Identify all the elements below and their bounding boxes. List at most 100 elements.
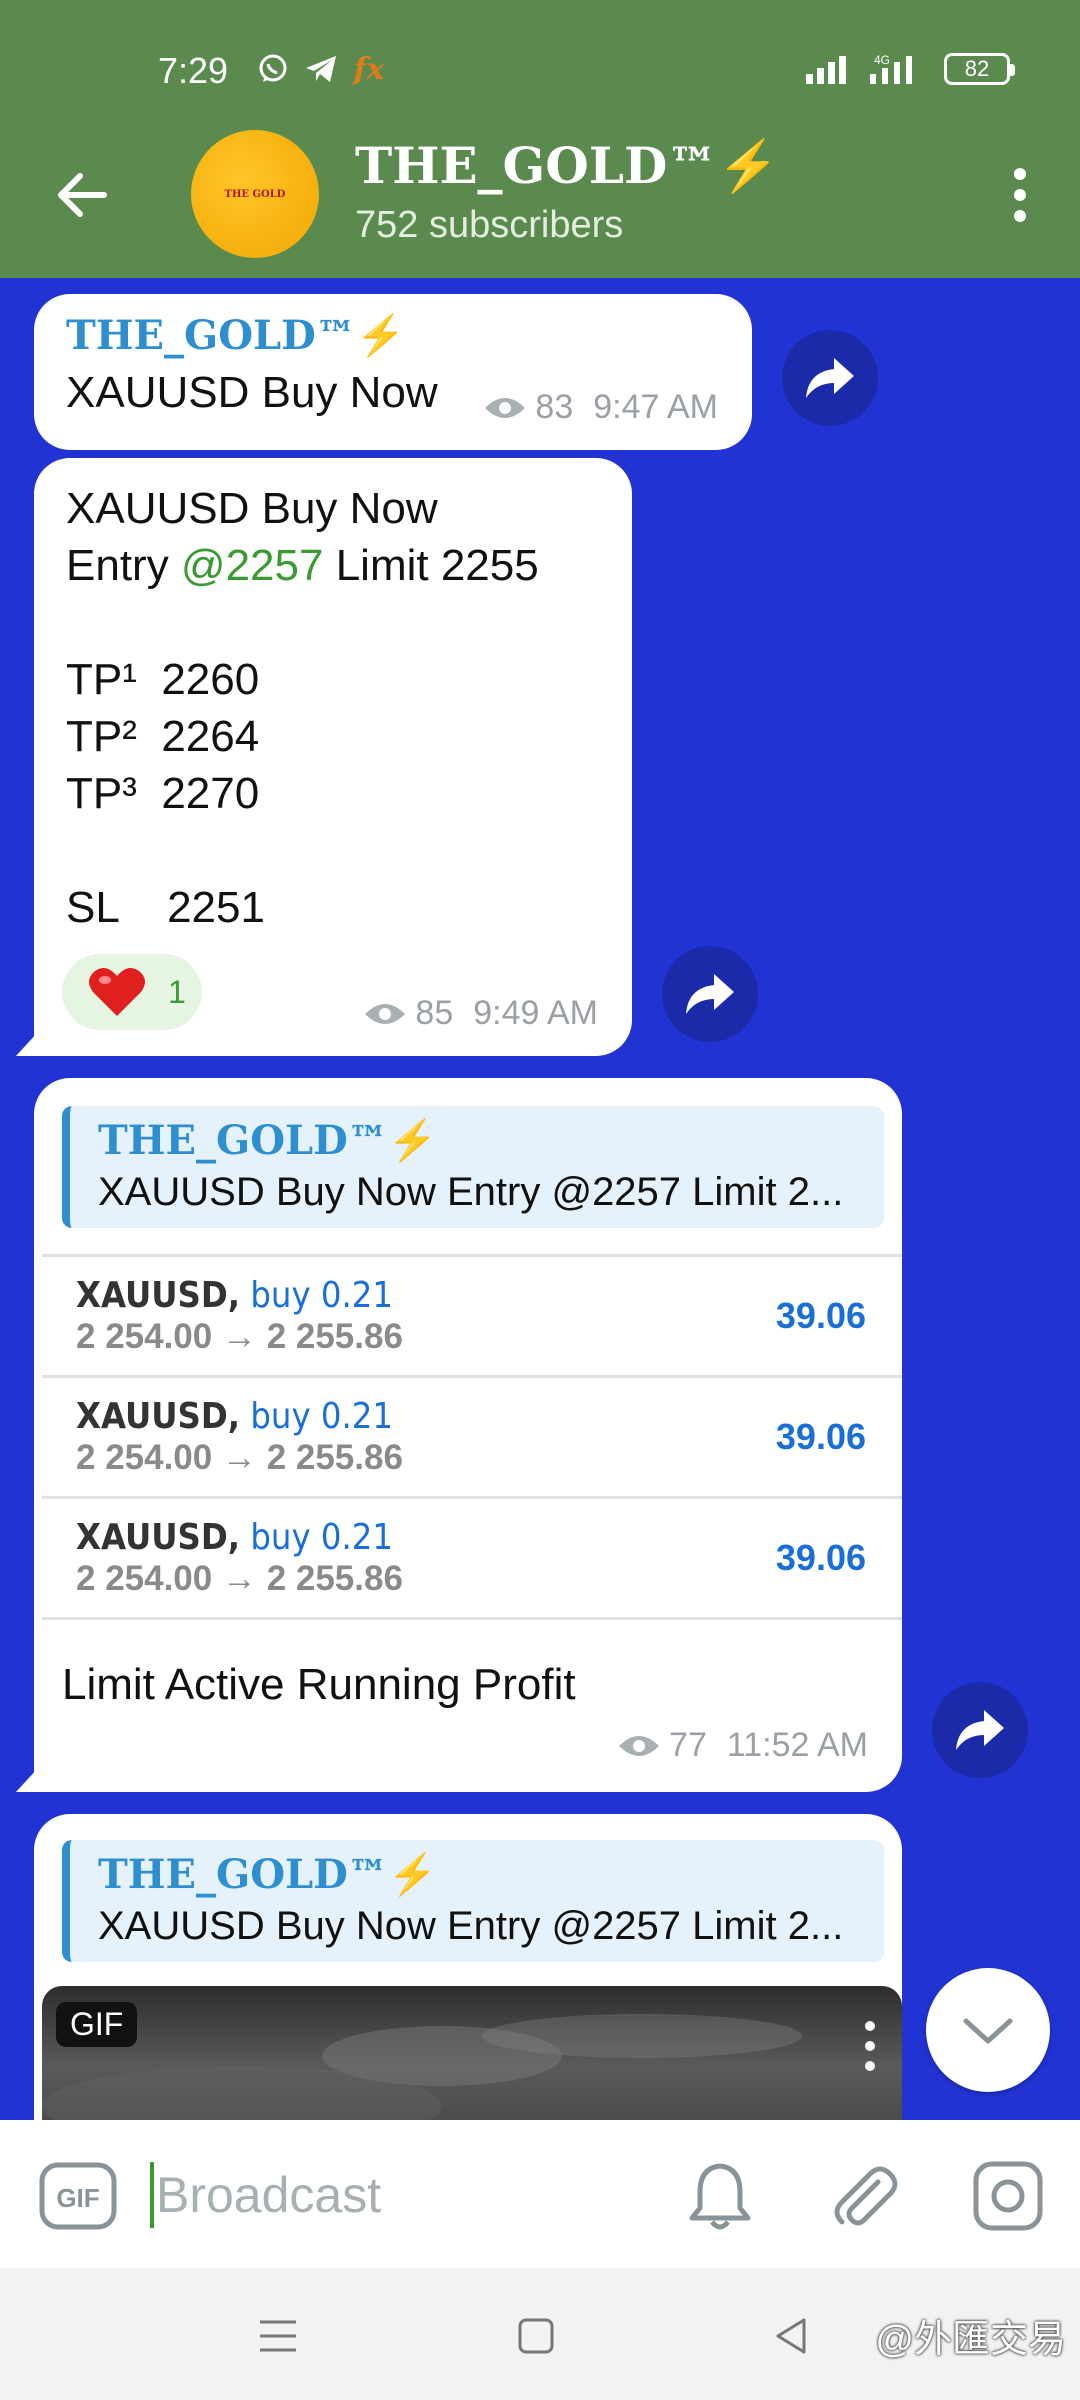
reply-preview[interactable]: THE_GOLD™⚡ XAUUSD Buy Now Entry @2257 Li… [62, 1840, 884, 1962]
gif-options-button[interactable] [860, 2016, 880, 2076]
gif-preview-image [42, 2014, 802, 2120]
trade-screenshot[interactable]: XAUUSD, buy 0.21 2 254.00 → 2 255.86 39.… [42, 1254, 902, 1640]
gif-badge: GIF [56, 2002, 138, 2047]
eye-icon [485, 397, 526, 418]
bell-icon [689, 2163, 751, 2230]
reply-sender: THE_GOLD™⚡ [98, 1851, 438, 1898]
trade-profit: 39.06 [775, 1416, 866, 1457]
back-button[interactable] [48, 160, 118, 230]
message-meta: 83 9:47 AM [483, 388, 718, 427]
reaction-count: 1 [168, 973, 186, 1010]
trade-price-range: 2 254.00 → 2 255.86 [76, 1438, 403, 1477]
channel-title[interactable]: THE_GOLD™⚡ [355, 136, 780, 196]
message-bubble[interactable]: THE_GOLD™⚡ XAUUSD Buy Now Entry @2257 Li… [34, 1814, 902, 2120]
status-notification-icons: fx [256, 51, 386, 87]
reply-preview[interactable]: THE_GOLD™⚡ XAUUSD Buy Now Entry @2257 Li… [62, 1106, 884, 1228]
trade-symbol: XAUUSD, [76, 1275, 241, 1316]
message-body: XAUUSD Buy Now Entry @2257 Limit 2255 TP… [66, 480, 539, 936]
trade-side: buy 0.21 [240, 1275, 393, 1316]
message-caption: Limit Active Running Profit [62, 1660, 576, 1709]
more-options-button[interactable] [990, 160, 1050, 230]
message-bubble[interactable]: XAUUSD Buy Now Entry @2257 Limit 2255 TP… [34, 458, 632, 1056]
channel-avatar[interactable]: THE GOLD [191, 130, 319, 258]
message-time: 11:52 AM [726, 1726, 868, 1764]
forward-button[interactable] [782, 330, 878, 426]
kebab-menu-icon [1014, 168, 1026, 222]
message-text: XAUUSD Buy Now [66, 368, 438, 417]
app-header: 7:29 fx 4G 82 THE GOLD THE_GOLD™⚡ 752 su… [0, 0, 1080, 278]
entry-line: Entry @2257 Limit 2255 [66, 541, 539, 590]
tp1-line: TP¹ 2260 [66, 655, 260, 704]
trade-price-range: 2 254.00 → 2 255.86 [76, 1559, 403, 1598]
share-arrow-icon [956, 1710, 1004, 1750]
trade-row-partial [42, 1617, 902, 1637]
trade-side: buy 0.21 [240, 1396, 393, 1437]
instagram-camera-icon [973, 2161, 1043, 2231]
entry-price[interactable]: @2257 [181, 541, 324, 590]
battery-indicator: 82 [944, 53, 1015, 85]
menu-lines-icon [260, 2320, 296, 2352]
heart-icon [88, 967, 146, 1016]
share-arrow-icon [686, 974, 734, 1014]
reply-sender: THE_GOLD™⚡ [98, 1117, 438, 1164]
reply-text: XAUUSD Buy Now Entry @2257 Limit 2... [98, 1170, 844, 1214]
eye-icon [365, 1003, 406, 1024]
paperclip-icon [834, 2166, 898, 2226]
trade-side: buy 0.21 [240, 1517, 393, 1558]
chevron-down-icon [963, 2018, 1013, 2044]
whatsapp-icon [256, 52, 290, 86]
signal-icon [806, 56, 846, 84]
gif-button[interactable]: GIF [38, 2156, 118, 2236]
eye-icon [619, 1735, 660, 1756]
arrow-left-icon [58, 173, 107, 217]
svg-text:GIF: GIF [56, 2183, 99, 2213]
reaction-chip[interactable]: 1 [62, 954, 202, 1030]
watermark: @外匯交易 [875, 2319, 1066, 2361]
camera-button[interactable] [968, 2156, 1048, 2236]
telegram-icon [304, 52, 338, 86]
gif-icon: GIF [39, 2162, 117, 2230]
status-system-icons: 4G 82 [806, 52, 1015, 86]
message-bubble[interactable]: THE_GOLD™⚡ XAUUSD Buy Now Entry @2257 Li… [34, 1078, 902, 1792]
recent-apps-button[interactable] [254, 2312, 302, 2360]
sl-line: SL 2251 [66, 883, 265, 932]
trade-price-range: 2 254.00 → 2 255.86 [76, 1317, 403, 1356]
reply-text: XAUUSD Buy Now Entry @2257 Limit 2... [98, 1904, 844, 1948]
message-meta: 85 9:49 AM [363, 994, 598, 1033]
triangle-back-icon [776, 2318, 806, 2354]
tp3-line: TP³ 2270 [66, 769, 260, 818]
svg-text:4G: 4G [874, 53, 890, 67]
forward-button[interactable] [662, 946, 758, 1042]
mute-notifications-button[interactable] [680, 2156, 760, 2236]
scroll-to-bottom-button[interactable] [926, 1968, 1050, 2092]
tp2-line: TP² 2264 [66, 712, 260, 761]
trade-symbol: XAUUSD, [76, 1517, 241, 1558]
fx-app-icon: fx [353, 51, 385, 87]
view-count: 77 [669, 1726, 707, 1764]
message-meta: 77 11:52 AM [617, 1726, 868, 1765]
trade-symbol: XAUUSD, [76, 1396, 241, 1437]
broadcast-input[interactable] [150, 2162, 650, 2228]
message-bubble[interactable]: THE_GOLD™⚡ XAUUSD Buy Now 83 9:47 AM [34, 294, 752, 450]
system-navigation-bar: @外匯交易 [0, 2268, 1080, 2400]
message-time: 9:47 AM [593, 388, 718, 426]
square-icon [518, 2318, 554, 2354]
message-line: XAUUSD Buy Now [66, 484, 438, 533]
message-list[interactable]: THE_GOLD™⚡ XAUUSD Buy Now 83 9:47 AM XAU… [0, 278, 1080, 2120]
system-back-button[interactable] [768, 2312, 816, 2360]
gif-media[interactable]: GIF [42, 1986, 902, 2120]
status-time: 7:29 [158, 50, 229, 91]
status-bar: 7:29 fx 4G 82 [0, 0, 1080, 140]
subscriber-count: 752 subscribers [355, 204, 624, 246]
forward-button[interactable] [932, 1682, 1028, 1778]
message-time: 9:49 AM [473, 994, 598, 1032]
trade-profit: 39.06 [775, 1537, 866, 1578]
view-count: 85 [415, 994, 454, 1032]
trade-row: XAUUSD, buy 0.21 2 254.00 → 2 255.86 39.… [42, 1496, 902, 1617]
attach-button[interactable] [824, 2156, 904, 2236]
home-button[interactable] [512, 2312, 560, 2360]
share-arrow-icon [806, 358, 854, 398]
trade-row: XAUUSD, buy 0.21 2 254.00 → 2 255.86 39.… [42, 1375, 902, 1496]
message-sender: THE_GOLD™⚡ [66, 312, 406, 359]
network-4g-icon: 4G [870, 53, 912, 84]
